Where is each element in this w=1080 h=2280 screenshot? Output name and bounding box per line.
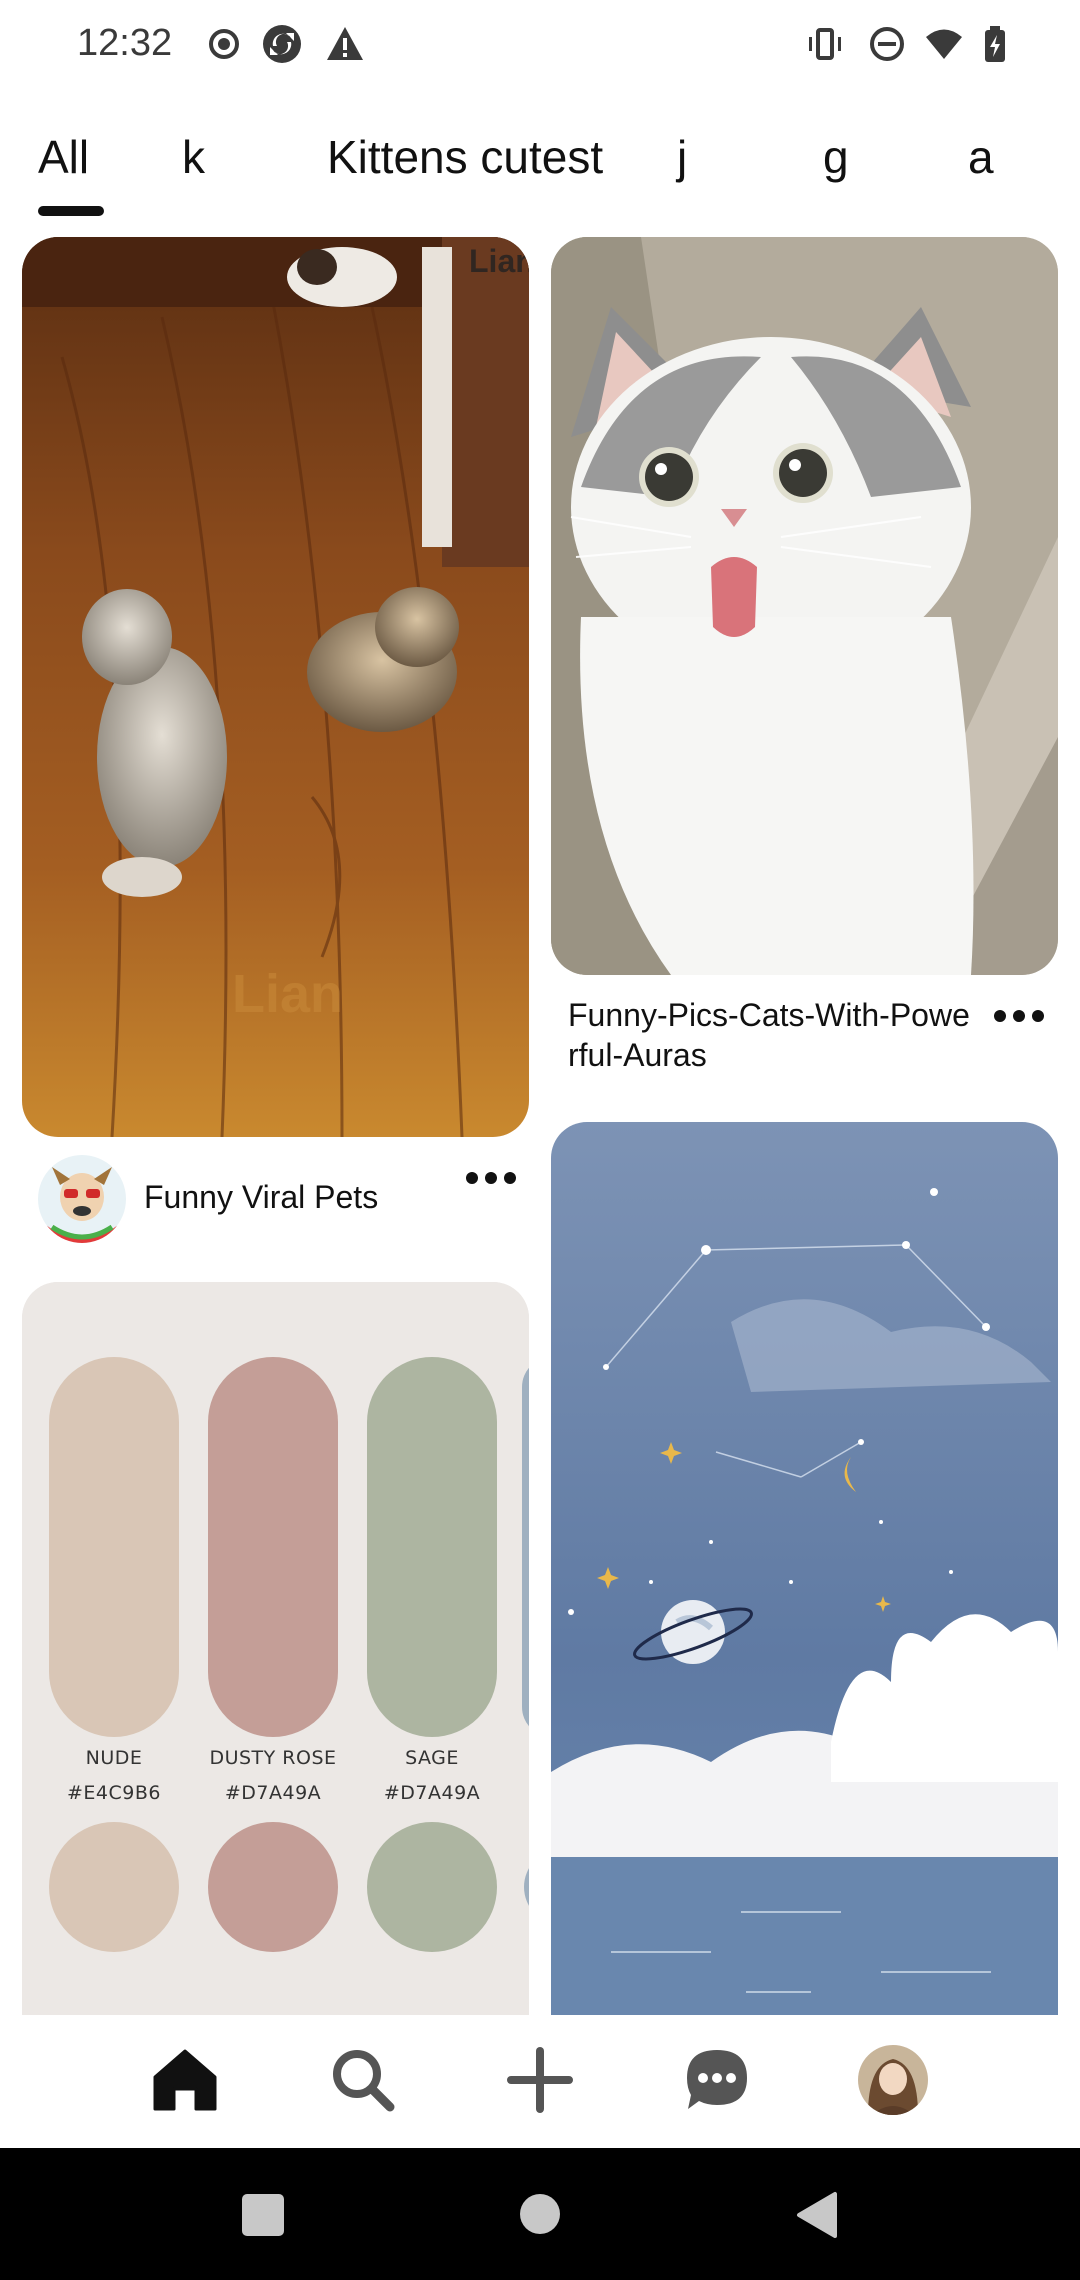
swatch-name: DUSTY ROSE <box>209 1747 337 1769</box>
tab-kittens-cutest[interactable]: Kittens cutest <box>327 130 603 184</box>
profile-avatar[interactable] <box>858 2045 928 2115</box>
pin-palette-image[interactable]: NUDE #E4C9B6 DUSTY ROSE #D7A49A SAGE #D7… <box>22 1282 529 2015</box>
swatch-hex: #D7A49A <box>383 1782 481 1804</box>
messages-icon[interactable] <box>682 2045 752 2115</box>
tab-k[interactable]: k <box>182 130 205 184</box>
swatch-name: SAGE <box>405 1747 459 1769</box>
board-tabs: All k Kittens cutest j g a <box>0 130 1080 220</box>
more-horizontal-icon[interactable] <box>466 1168 516 1188</box>
swatch-name: NUDE <box>85 1747 143 1769</box>
swatch-hex: #D7A49A <box>224 1782 322 1804</box>
bottom-nav <box>0 2015 1080 2148</box>
record-icon <box>204 24 244 64</box>
pin-creator-row[interactable]: Funny Viral Pets <box>38 1155 538 1245</box>
system-nav-bar <box>0 2148 1080 2280</box>
wifi-icon <box>924 24 964 64</box>
tab-selected-indicator <box>38 206 104 216</box>
back-button[interactable] <box>795 2190 839 2240</box>
home-icon[interactable] <box>150 2045 220 2115</box>
tab-g[interactable]: g <box>823 130 849 184</box>
creator-name[interactable]: Funny Viral Pets <box>144 1179 378 1216</box>
add-icon[interactable] <box>505 2045 575 2115</box>
video-watermark-corner: Lian <box>469 243 529 279</box>
pin-cat-face-image[interactable] <box>551 237 1058 975</box>
status-time: 12:32 <box>77 22 173 64</box>
recents-button[interactable] <box>242 2194 284 2236</box>
pin-night-sky-image[interactable] <box>551 1122 1058 2015</box>
video-watermark: Lian <box>232 964 343 1024</box>
vibrate-icon <box>805 24 845 64</box>
battery-icon <box>975 24 1015 64</box>
tab-a[interactable]: a <box>968 130 994 184</box>
search-icon[interactable] <box>328 2045 398 2115</box>
sync-icon <box>262 24 302 64</box>
creator-avatar[interactable] <box>38 1155 126 1243</box>
swatch-hex: #E4C9B6 <box>67 1782 161 1804</box>
more-horizontal-icon[interactable] <box>994 1006 1044 1026</box>
home-button[interactable] <box>520 2194 560 2234</box>
tab-all[interactable]: All <box>38 130 89 184</box>
status-bar: 12:32 <box>0 0 1080 90</box>
alert-icon <box>325 24 365 64</box>
tab-j[interactable]: j <box>677 130 687 184</box>
do-not-disturb-icon <box>867 24 907 64</box>
pin-kittens-image[interactable]: Lian Lian <box>22 237 529 1137</box>
pin-cat-face-title[interactable]: Funny-Pics-Cats-With-Powe rful-Auras <box>568 995 988 1075</box>
